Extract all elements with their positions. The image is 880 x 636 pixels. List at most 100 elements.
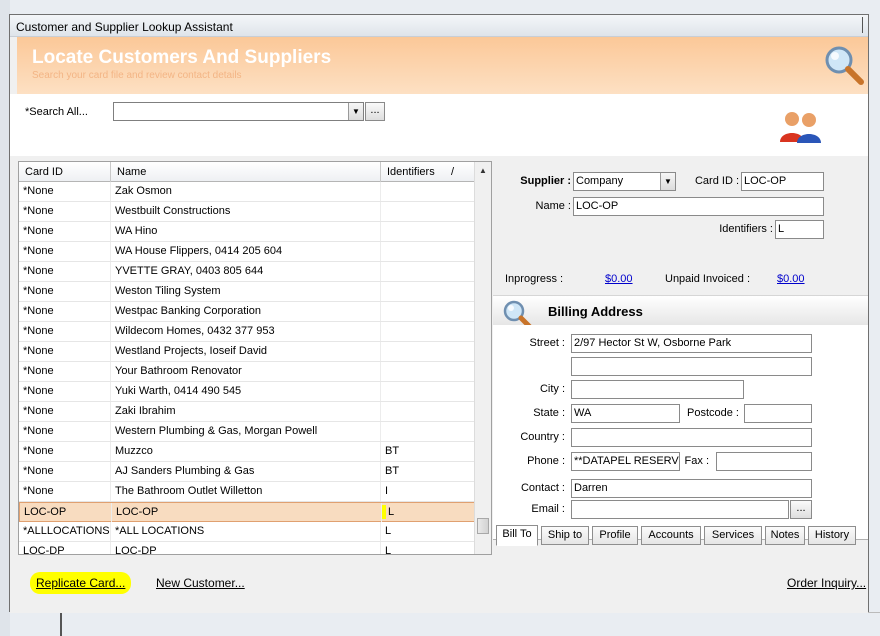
close-button[interactable] <box>862 17 868 33</box>
table-row[interactable]: *None Western Plumbing & Gas, Morgan Powe… <box>19 422 475 442</box>
table-row[interactable]: *None The Bathroom Outlet Willetton I <box>19 482 475 502</box>
cell-identifiers: L <box>381 522 475 541</box>
cell-name: The Bathroom Outlet Willetton <box>111 482 381 501</box>
cell-identifiers: I <box>381 482 475 501</box>
table-row[interactable]: *None Your Bathroom Renovator <box>19 362 475 382</box>
email-label: Email : <box>531 503 565 515</box>
chevron-down-icon[interactable]: ▼ <box>348 103 363 120</box>
cell-name: WA House Flippers, 0414 205 604 <box>111 242 381 261</box>
table-row[interactable]: *None Weston Tiling System <box>19 282 475 302</box>
search-label: *Search All... <box>25 106 88 118</box>
cell-card-id: LOC-OP <box>20 503 112 522</box>
table-row[interactable]: *None Westpac Banking Corporation <box>19 302 475 322</box>
fax-field[interactable] <box>716 452 812 471</box>
cell-identifiers <box>381 322 475 341</box>
email-browse-button[interactable]: ... <box>790 500 812 519</box>
table-row[interactable]: *None YVETTE GRAY, 0403 805 644 <box>19 262 475 282</box>
phone-label: Phone : <box>527 455 565 467</box>
cell-identifiers: L <box>382 503 476 522</box>
tab-bill-to[interactable]: Bill To <box>496 525 538 546</box>
cell-card-id: *None <box>19 242 111 261</box>
tab-services[interactable]: Services <box>704 526 762 545</box>
cell-identifiers-text: L <box>388 506 395 518</box>
type-select[interactable]: Company ▼ <box>573 172 676 191</box>
street-field-2[interactable] <box>571 357 812 376</box>
phone-field[interactable]: **DATAPEL RESERV <box>571 452 680 471</box>
cell-name: WA Hino <box>111 222 381 241</box>
cell-identifiers <box>381 342 475 361</box>
new-customer-link[interactable]: New Customer... <box>156 576 245 590</box>
card-id-field[interactable]: LOC-OP <box>741 172 824 191</box>
selection-marker <box>382 505 386 520</box>
scroll-up-icon[interactable]: ▲ <box>476 164 490 178</box>
table-row[interactable]: LOC-OP LOC-OP L <box>19 502 476 522</box>
cell-identifiers <box>381 362 475 381</box>
email-field[interactable] <box>571 500 789 519</box>
cell-identifiers: BT <box>381 442 475 461</box>
replicate-card-link[interactable]: Replicate Card... <box>30 572 132 594</box>
table-row[interactable]: *None Muzzco BT <box>19 442 475 462</box>
window-title: Customer and Supplier Lookup Assistant <box>16 20 233 34</box>
chevron-down-icon[interactable]: ▼ <box>660 173 675 190</box>
contact-field[interactable]: Darren <box>571 479 812 498</box>
table-row[interactable]: *ALLLOCATIONS *ALL LOCATIONS L <box>19 522 475 542</box>
city-field[interactable] <box>571 380 744 399</box>
unpaid-link[interactable]: $0.00 <box>777 273 805 285</box>
cell-name: Muzzco <box>111 442 381 461</box>
cell-identifiers <box>381 222 475 241</box>
tab-ship-to[interactable]: Ship to <box>541 526 589 545</box>
scroll-thumb[interactable] <box>477 518 489 534</box>
name-field[interactable]: LOC-OP <box>573 197 824 216</box>
tab-notes[interactable]: Notes <box>765 526 805 545</box>
type-value: Company <box>576 175 624 187</box>
postcode-label: Postcode : <box>687 407 739 419</box>
cell-identifiers <box>381 282 475 301</box>
list-scrollbar[interactable]: ▲ <box>474 162 491 554</box>
tab-profile[interactable]: Profile <box>592 526 638 545</box>
table-row[interactable]: *None Westbuilt Constructions <box>19 202 475 222</box>
col-identifiers[interactable]: Identifiers / <box>381 162 475 182</box>
inprogress-label: Inprogress : <box>505 273 564 285</box>
cell-identifiers <box>381 182 475 201</box>
col-name[interactable]: Name <box>111 162 381 182</box>
table-row[interactable]: *None Yuki Warth, 0414 490 545 <box>19 382 475 402</box>
search-combo[interactable]: ▼ <box>113 102 364 121</box>
sort-indicator: / <box>451 166 455 178</box>
table-row[interactable]: *None WA House Flippers, 0414 205 604 <box>19 242 475 262</box>
identifiers-field[interactable]: L <box>775 220 824 239</box>
inprogress-link[interactable]: $0.00 <box>605 273 633 285</box>
street-field-1[interactable]: 2/97 Hector St W, Osborne Park <box>571 334 812 353</box>
cell-name: YVETTE GRAY, 0403 805 644 <box>111 262 381 281</box>
cell-name: Westland Projects, Ioseif David <box>111 342 381 361</box>
search-browse-button[interactable]: ... <box>365 102 385 121</box>
country-field[interactable] <box>571 428 812 447</box>
table-row[interactable]: *None WA Hino <box>19 222 475 242</box>
street-label: Street : <box>529 337 565 349</box>
billing-heading: Billing Address <box>548 304 643 319</box>
table-row[interactable]: *None Zaki Ibrahim <box>19 402 475 422</box>
cell-name: Zaki Ibrahim <box>111 402 381 421</box>
cell-card-id: *None <box>19 382 111 401</box>
order-inquiry-link[interactable]: Order Inquiry... <box>787 576 866 590</box>
cell-card-id: *None <box>19 282 111 301</box>
cell-name: Your Bathroom Renovator <box>111 362 381 381</box>
type-label: Supplier : <box>520 175 571 187</box>
table-row[interactable]: *None Wildecom Homes, 0432 377 953 <box>19 322 475 342</box>
contact-label: Contact : <box>520 482 565 494</box>
col-card-id[interactable]: Card ID <box>19 162 111 182</box>
tab-accounts[interactable]: Accounts <box>641 526 701 545</box>
table-row[interactable]: LOC-DP LOC-DP L <box>19 542 475 554</box>
table-row[interactable]: *None Westland Projects, Ioseif David <box>19 342 475 362</box>
postcode-field[interactable] <box>744 404 812 423</box>
detail-panel: Supplier : Company ▼ Card ID : LOC-OP Na… <box>493 161 868 555</box>
state-field[interactable]: WA <box>571 404 680 423</box>
cell-identifiers <box>381 422 475 441</box>
cell-identifiers <box>381 302 475 321</box>
table-row[interactable]: *None AJ Sanders Plumbing & Gas BT <box>19 462 475 482</box>
table-row[interactable]: *None Zak Osmon <box>19 182 475 202</box>
name-label: Name : <box>535 200 571 212</box>
title-bar: Customer and Supplier Lookup Assistant <box>10 15 868 37</box>
cell-identifiers <box>381 382 475 401</box>
tab-history[interactable]: History <box>808 526 856 545</box>
fax-label: Fax : <box>684 455 709 467</box>
